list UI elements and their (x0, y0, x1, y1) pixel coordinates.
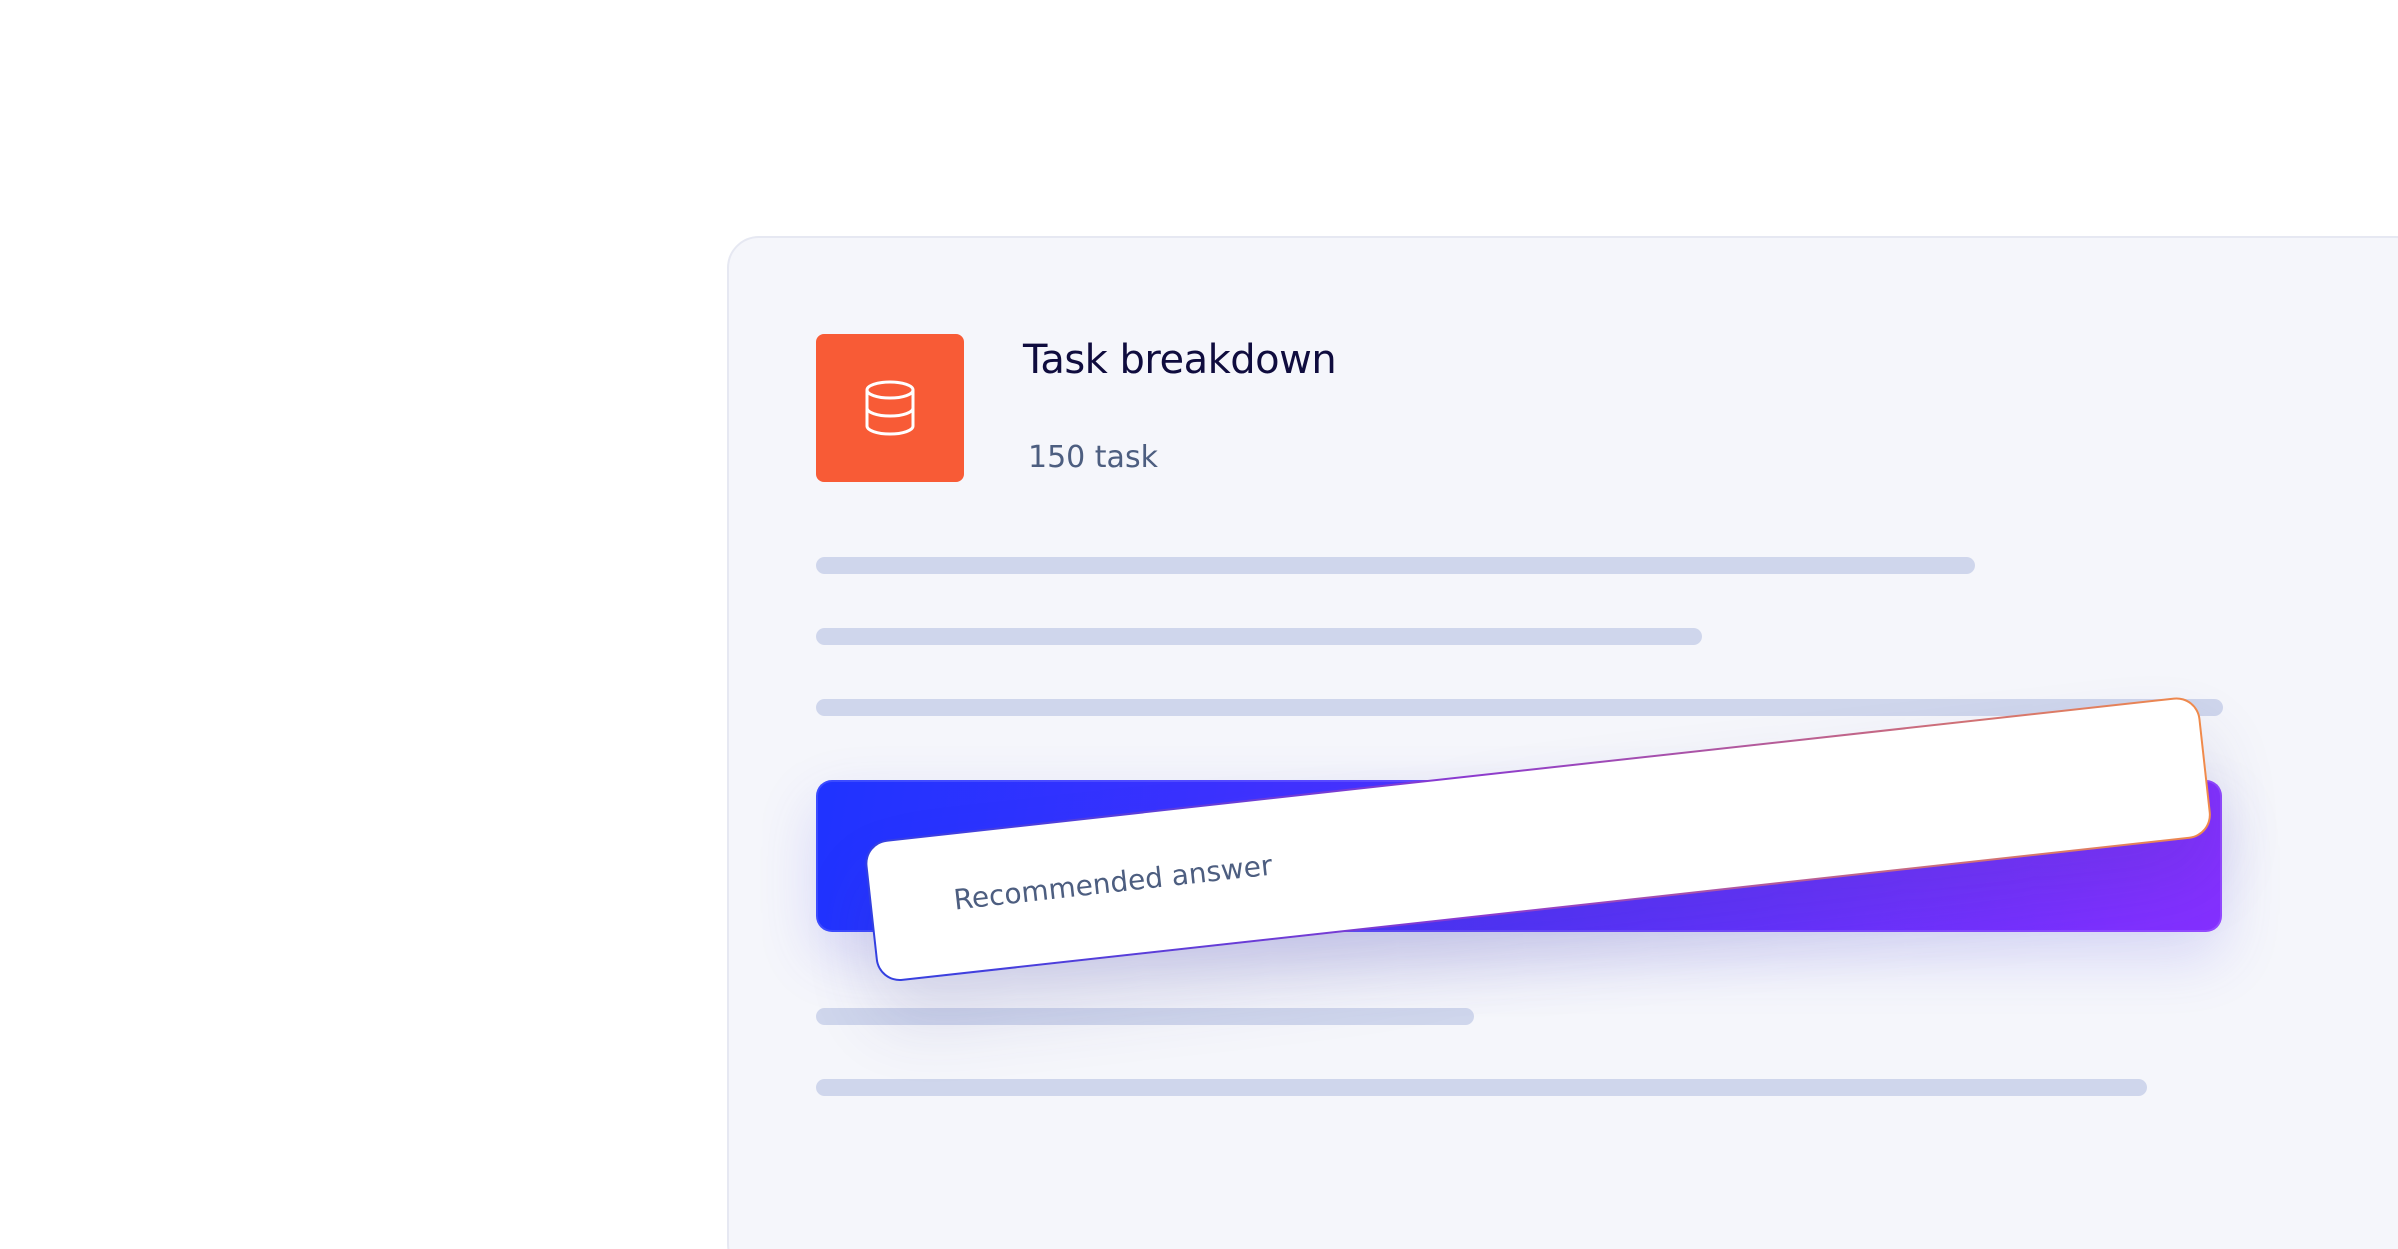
recommended-answer-label: Recommended answer (951, 848, 1274, 917)
page: Task breakdown 150 task Recommended answ… (0, 0, 2398, 1249)
task-count: 150 task (1028, 440, 1158, 475)
skeleton-line (816, 1008, 1474, 1025)
database-icon (863, 380, 917, 436)
skeleton-line (816, 1079, 2147, 1096)
skeleton-line (816, 557, 1975, 574)
skeleton-line (816, 628, 1702, 645)
icon-tile (816, 334, 964, 482)
card-title: Task breakdown (1023, 337, 1337, 383)
skeleton-line (816, 699, 2223, 716)
